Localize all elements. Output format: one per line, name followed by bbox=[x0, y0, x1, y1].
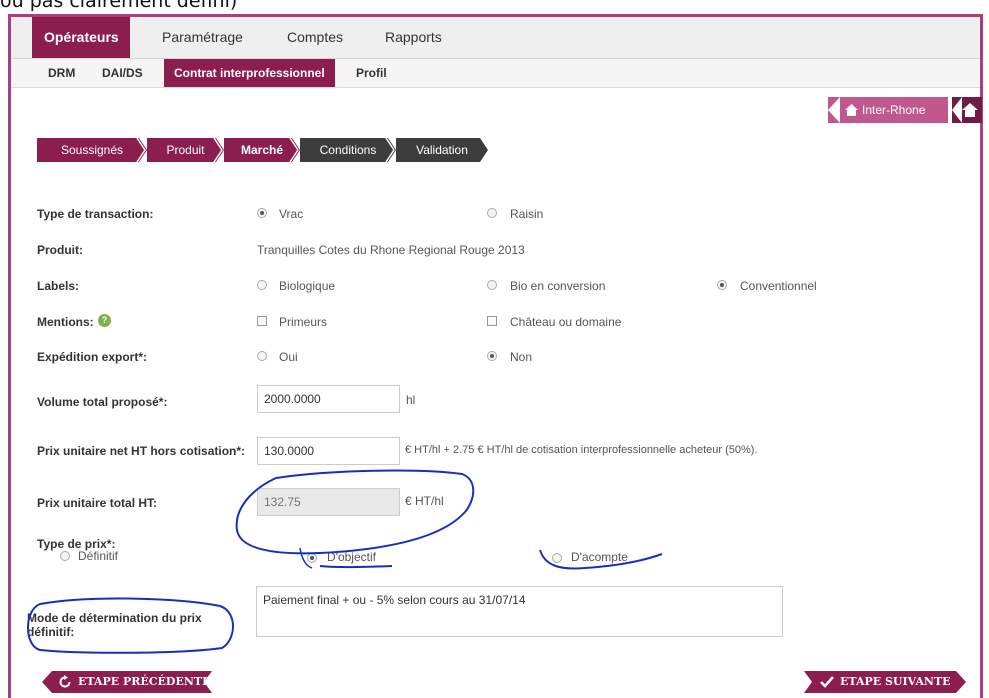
prev-step-button[interactable]: ETAPE PRÉCÉDENTE bbox=[42, 671, 212, 693]
undo-icon bbox=[59, 675, 71, 688]
check-icon bbox=[820, 676, 834, 688]
annotation-scribbles bbox=[27, 469, 663, 654]
prev-step-label: ETAPE PRÉCÉDENTE bbox=[78, 675, 211, 688]
next-step-button[interactable]: ETAPE SUIVANTE bbox=[804, 671, 966, 693]
next-step-label: ETAPE SUIVANTE bbox=[840, 675, 951, 688]
